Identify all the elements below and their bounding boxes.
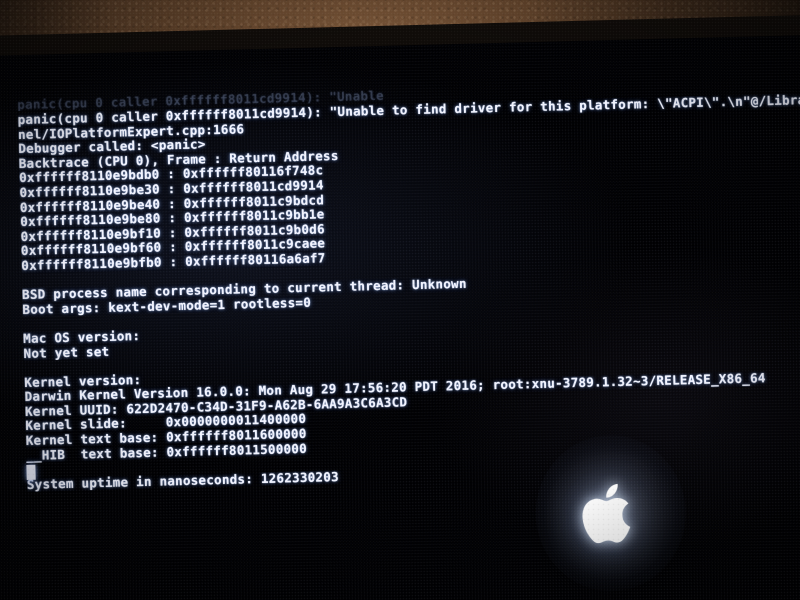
photo-of-monitor: panic(cpu 0 caller 0xffffff8011cd9914): … [0, 0, 800, 600]
block-cursor [26, 464, 36, 480]
kernel-panic-console: panic(cpu 0 caller 0xffffff8011cd9914): … [17, 93, 800, 493]
monitor-screen: panic(cpu 0 caller 0xffffff8011cd9914): … [0, 34, 800, 600]
apple-logo [533, 433, 688, 594]
